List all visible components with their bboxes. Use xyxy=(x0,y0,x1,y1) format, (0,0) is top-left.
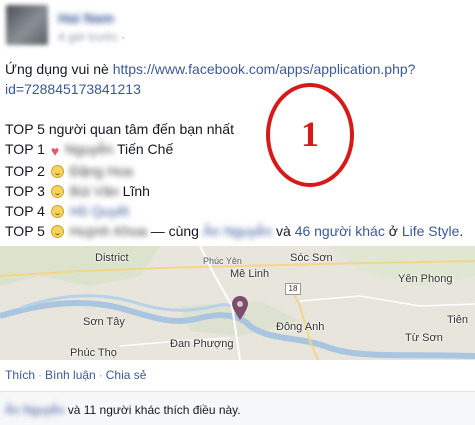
place-link[interactable]: Life Style xyxy=(402,223,460,239)
comment-button[interactable]: Bình luận xyxy=(45,368,96,382)
top-label: TOP 2 xyxy=(5,163,45,179)
post-actions: Thích · Bình luận · Chia sẻ xyxy=(5,368,146,382)
map-label: Đông Anh xyxy=(276,321,325,333)
top-item: TOP 1 ♥ Nguyễn Tiến Chế xyxy=(5,139,465,161)
others-link[interactable]: 46 người khác xyxy=(295,223,385,239)
top-label: TOP 4 xyxy=(5,203,45,219)
top-name[interactable]: Hồ Quyết xyxy=(70,203,129,219)
map-label: Sơn Tây xyxy=(83,316,125,328)
author-name[interactable]: Hai Nam xyxy=(58,10,114,26)
top-name[interactable]: Bùi Văn xyxy=(70,183,119,199)
top-label: TOP 1 xyxy=(5,141,45,157)
news-feed-post: Hai Nam 4 giờ trước · Ứng dụng vui nè ht… xyxy=(0,0,475,425)
top-item: TOP 2 Đặng Hoa xyxy=(5,161,465,181)
timestamp-text: 4 giờ trước xyxy=(58,30,118,44)
post-message: Ứng dụng vui nè https://www.facebook.com… xyxy=(5,59,465,241)
annotation-circle: 1 xyxy=(266,83,354,187)
map-label: Mê Linh xyxy=(230,268,270,280)
top-suffix: Lĩnh xyxy=(122,183,150,199)
map-label: Phúc Thọ xyxy=(70,347,117,359)
road-shield: 18 xyxy=(285,283,301,295)
and-text: và xyxy=(276,223,291,239)
tagged-friend[interactable]: Ân Nguyễn xyxy=(203,223,272,239)
map-label: Yên Phong xyxy=(398,273,453,285)
author-avatar[interactable] xyxy=(6,5,48,45)
share-button[interactable]: Chia sẻ xyxy=(106,368,147,382)
location-map[interactable]: District Phúc Yên Sóc Sơn Mê Linh Yên Ph… xyxy=(0,246,475,360)
smile-icon xyxy=(50,185,64,198)
smile-icon xyxy=(50,165,64,178)
map-label: District xyxy=(95,252,129,264)
likes-text[interactable]: và 11 người khác thích điều này. xyxy=(68,403,241,417)
top-name[interactable]: Nguyễn xyxy=(65,141,113,157)
separator: · xyxy=(38,368,43,382)
period: . xyxy=(459,223,464,239)
at-text: ở xyxy=(388,223,398,239)
top-name[interactable]: Huỳnh Khoa xyxy=(70,223,147,239)
likes-summary: Ân Nguyễn và 11 người khác thích điều nà… xyxy=(0,391,475,425)
top-item: TOP 4 Hồ Quyết xyxy=(5,201,465,221)
top-item: TOP 3 Bùi Văn Lĩnh xyxy=(5,181,465,201)
map-label: Tiên xyxy=(447,314,468,326)
top-name[interactable]: Đặng Hoa xyxy=(70,163,133,179)
smile-icon xyxy=(50,225,64,238)
top-item: TOP 5 Huỳnh Khoa — cùng Ân Nguyễn và 46 … xyxy=(5,221,465,241)
app-link-id[interactable]: id=728845173841213 xyxy=(5,81,141,97)
top-suffix: Tiến Chế xyxy=(116,141,174,157)
like-button[interactable]: Thích xyxy=(5,368,35,382)
heart-icon: ♥ xyxy=(50,143,60,159)
map-label: Phúc Yên xyxy=(203,256,242,266)
smile-icon xyxy=(50,205,64,218)
map-label: Sóc Sơn xyxy=(290,252,333,264)
annotation-number: 1 xyxy=(301,114,319,154)
separator: · xyxy=(98,368,103,382)
timestamp-suffix: · xyxy=(121,30,126,44)
map-label: Đan Phượng xyxy=(170,338,234,350)
list-title: TOP 5 người quan tâm đến bạn nhất xyxy=(5,121,234,137)
post-timestamp[interactable]: 4 giờ trước · xyxy=(58,30,125,44)
map-label: Từ Sơn xyxy=(405,332,443,344)
liker-name[interactable]: Ân Nguyễn xyxy=(5,403,64,417)
top-label: TOP 3 xyxy=(5,183,45,199)
post-header: Hai Nam 4 giờ trước · xyxy=(6,3,306,47)
app-link[interactable]: https://www.facebook.com/apps/applicatio… xyxy=(113,61,416,77)
with-text: — cùng xyxy=(150,223,199,239)
top-label: TOP 5 xyxy=(5,223,45,239)
location-pin-icon[interactable] xyxy=(232,296,248,320)
intro-text: Ứng dụng vui nè xyxy=(5,61,109,77)
